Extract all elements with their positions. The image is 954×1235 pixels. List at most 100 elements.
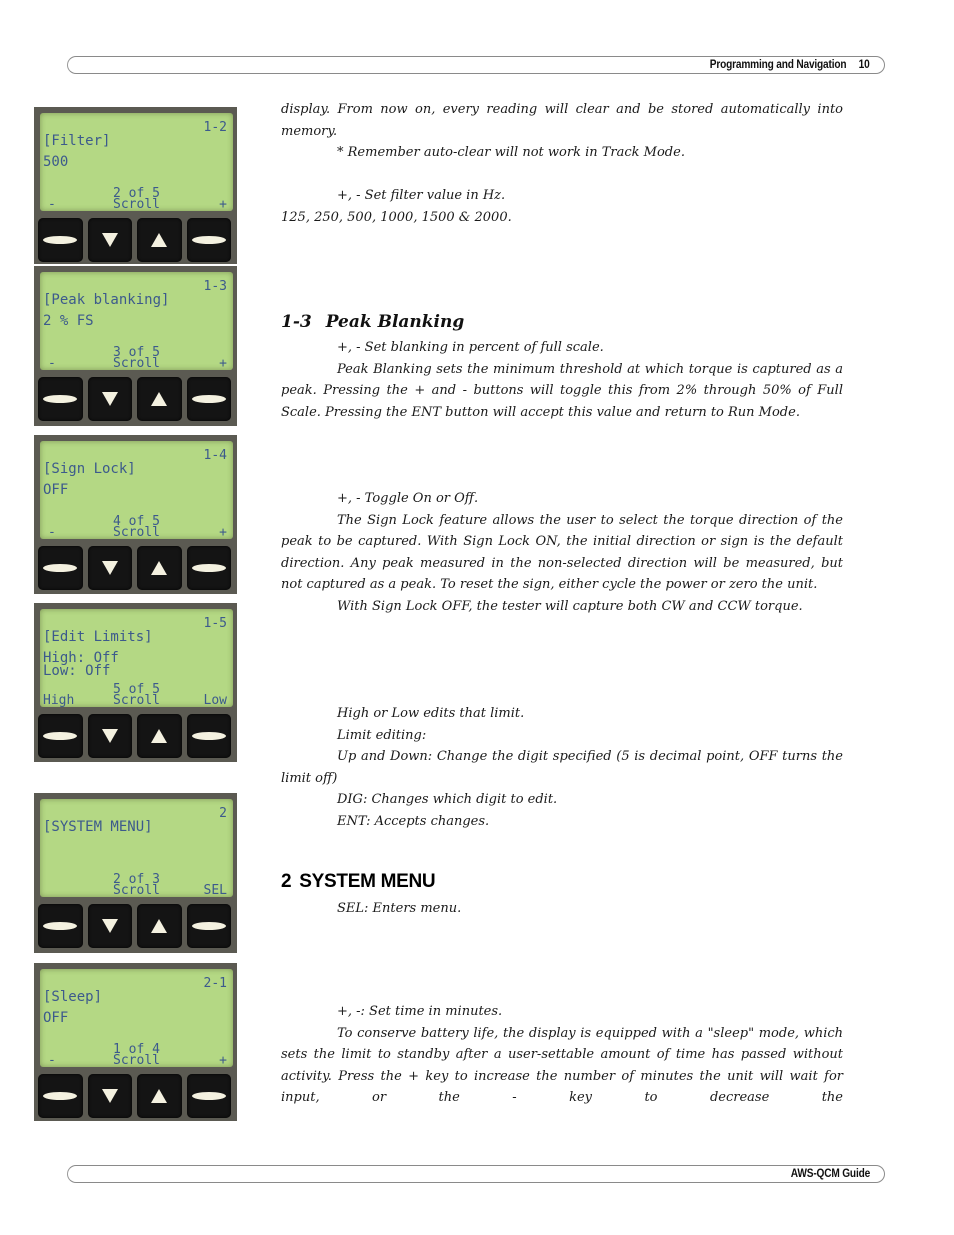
left-softkey <box>38 714 83 758</box>
filter-note: * Remember auto-clear will not work in T… <box>337 145 685 161</box>
softkey-bar-icon <box>43 564 78 572</box>
left-softkey <box>38 904 83 948</box>
right-softkey <box>186 377 231 421</box>
menu-value: 500 <box>43 154 69 170</box>
down-key <box>87 714 132 758</box>
left-softkey <box>38 1074 83 1118</box>
sleep-section-text: +, -: Set time in minutes. To conserve b… <box>281 1001 843 1109</box>
right-softkey <box>186 218 231 262</box>
softkey-bar-icon <box>191 236 226 244</box>
peak-section-text: +, - Set blanking in percent of full sca… <box>281 337 843 423</box>
menu-code: 1-3 <box>203 279 227 294</box>
down-key <box>87 218 132 262</box>
softkey-bar-icon <box>43 1092 78 1100</box>
softkey-bar-icon <box>191 395 226 403</box>
menu-title: [Edit Limits] <box>43 629 153 645</box>
lcd-screen: 1-5 [Edit Limits] High: Off Low: Off 5 of… <box>40 609 233 708</box>
softkey-bar-icon <box>43 922 78 930</box>
lcd-screen: 1-3 [Peak blanking] 2 % FS 3 of 5 Scroll … <box>40 272 233 371</box>
down-key <box>87 377 132 421</box>
arrow-up-icon <box>151 392 168 406</box>
right-softkey <box>186 1074 231 1118</box>
edit-limits-section-text: High or Low edits that limit. Limit edit… <box>281 703 843 833</box>
limits-line: Up and Down: Change the digit specified … <box>281 749 843 786</box>
section-number: 2 <box>281 871 292 892</box>
arrow-up-icon <box>151 561 168 575</box>
lcd-image-system-menu: 2 [SYSTEM MENU] 2 of 3 Scroll SEL <box>34 793 237 953</box>
scroll-label: Scroll <box>113 693 160 708</box>
up-key <box>137 546 182 590</box>
page-number: 10 <box>859 59 870 71</box>
section-title: SYSTEM MENU <box>299 871 436 892</box>
limits-line: High or Low edits that limit. <box>337 706 525 721</box>
left-softkey <box>38 546 83 590</box>
filter-paragraph: display. From now on, every reading will… <box>281 102 843 139</box>
right-softkey-label: + <box>219 525 227 540</box>
scroll-label: Scroll <box>113 197 160 212</box>
left-softkey-label: - <box>48 356 56 371</box>
up-key <box>137 218 182 262</box>
right-softkey-label: SEL <box>203 883 227 898</box>
menu-code: 2-1 <box>203 976 227 991</box>
scroll-label: Scroll <box>113 883 160 898</box>
scroll-label: Scroll <box>113 356 160 371</box>
limits-line: Limit editing: <box>337 727 427 743</box>
lcd-screen: 2 [SYSTEM MENU] 2 of 3 Scroll SEL <box>40 799 233 898</box>
right-softkey-label: Low <box>203 693 227 708</box>
left-softkey-label: High <box>43 693 75 708</box>
right-softkey <box>186 546 231 590</box>
arrow-down-icon <box>101 919 118 933</box>
softkey-bar-icon <box>191 732 226 740</box>
left-softkey <box>38 218 83 262</box>
left-softkey-label: - <box>48 525 56 540</box>
left-softkey-label: - <box>48 1053 56 1068</box>
menu-code: 1-4 <box>203 448 227 463</box>
lcd-screen: 2-1 [Sleep] OFF 1 of 4 Scroll - + <box>40 969 233 1068</box>
menu-title: [Sleep] <box>43 989 103 1005</box>
scroll-label: Scroll <box>113 525 160 540</box>
system-sel-instruction: SEL: Enters menu. <box>337 901 462 916</box>
filter-set-instruction: +, - Set filter value in Hz. <box>337 188 506 204</box>
sign-lock-toggle-instruction: +, - Toggle On or Off. <box>337 491 479 506</box>
arrow-down-icon <box>101 392 118 406</box>
sleep-paragraph: To conserve battery life, the display is… <box>281 1025 843 1106</box>
right-softkey-label: + <box>219 356 227 371</box>
right-softkey <box>186 904 231 948</box>
menu-code: 1-5 <box>203 616 227 631</box>
menu-code: 2 <box>219 806 227 821</box>
section-number: 1-3 <box>281 312 312 332</box>
section-title: Peak Blanking <box>325 312 465 332</box>
lcd-image-edit-limits: 1-5 [Edit Limits] High: Off Low: Off 5 of… <box>34 603 237 762</box>
softkey-bar-icon <box>43 732 78 740</box>
filter-values: 125, 250, 500, 1000, 1500 & 2000. <box>281 209 512 225</box>
menu-value: OFF <box>43 1010 69 1026</box>
low-limit-value: Low: Off <box>43 663 111 679</box>
lcd-screen: 1-2 [Filter] 500 2 of 5 Scroll - + <box>40 113 233 212</box>
right-softkey-label: + <box>219 197 227 212</box>
sign-lock-off-paragraph: With Sign Lock OFF, the tester will capt… <box>337 598 803 614</box>
up-key <box>137 904 182 948</box>
softkey-bar-icon <box>191 1092 226 1100</box>
down-key <box>87 546 132 590</box>
lcd-image-sleep: 2-1 [Sleep] OFF 1 of 4 Scroll - + <box>34 963 237 1121</box>
scroll-label: Scroll <box>113 1053 160 1068</box>
section-heading-system-menu: 2 SYSTEM MENU <box>281 871 436 893</box>
system-menu-section-text: SEL: Enters menu. <box>281 898 843 920</box>
lcd-screen: 1-4 [Sign Lock] OFF 4 of 5 Scroll - + <box>40 441 233 540</box>
menu-title: [SYSTEM MENU] <box>43 819 153 835</box>
right-softkey <box>186 714 231 758</box>
lcd-image-filter: 1-2 [Filter] 500 2 of 5 Scroll - + <box>34 107 237 264</box>
sign-lock-section-text: +, - Toggle On or Off. The Sign Lock fea… <box>281 488 843 618</box>
softkey-bar-icon <box>43 395 78 403</box>
softkey-bar-icon <box>191 564 226 572</box>
header-section-title: Programming and Navigation <box>710 59 847 71</box>
left-softkey-label: - <box>48 197 56 212</box>
limits-line: ENT: Accepts changes. <box>337 813 490 829</box>
menu-value: 2 % FS <box>43 313 94 329</box>
softkey-bar-icon <box>43 236 78 244</box>
lcd-image-sign-lock: 1-4 [Sign Lock] OFF 4 of 5 Scroll - + <box>34 435 237 594</box>
menu-title: [Peak blanking] <box>43 292 170 308</box>
header-banner: Programming and Navigation 10 <box>67 56 885 74</box>
menu-code: 1-2 <box>203 120 227 135</box>
arrow-down-icon <box>101 233 118 247</box>
